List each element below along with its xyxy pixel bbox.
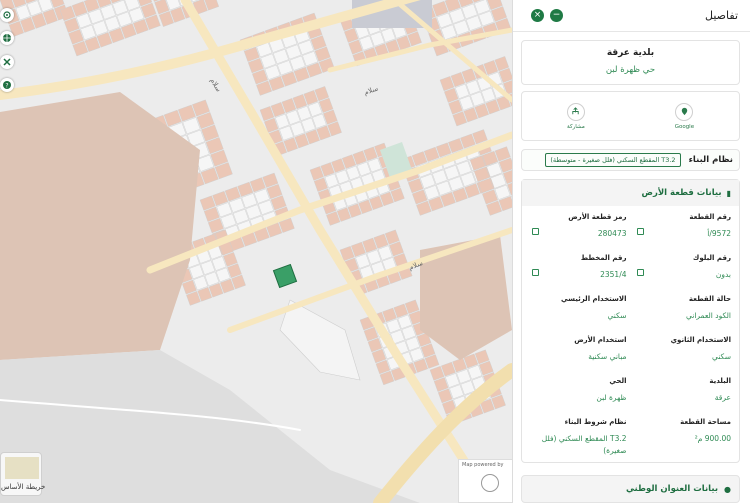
- basemap-thumbnail: [5, 457, 39, 479]
- help-icon[interactable]: ?: [0, 78, 14, 92]
- basemap-label: خريطة الأساس: [1, 483, 46, 491]
- tools-icon[interactable]: [0, 55, 14, 69]
- field-label: نظام شروط البناء: [564, 418, 627, 426]
- plot-field: حالة القطعة الكود العمراني: [635, 292, 731, 333]
- details-panel: تفاصيل − × بلدية عرقة حي ظهرة لبن Google…: [512, 0, 750, 503]
- field-label: استخدام الأرض: [574, 336, 627, 344]
- field-label: رقم البلوك: [692, 254, 731, 262]
- location-pin-icon: ●: [724, 484, 731, 494]
- map-icon: [675, 102, 694, 121]
- field-label: حالة القطعة: [688, 295, 731, 303]
- basemap-switcher[interactable]: خريطة الأساس: [0, 452, 46, 496]
- minimize-icon[interactable]: −: [550, 9, 563, 22]
- google-maps-button[interactable]: Google: [674, 102, 695, 130]
- large-lot: [0, 92, 200, 360]
- compass-icon: [481, 474, 499, 492]
- field-label: رقم المخطط: [580, 254, 627, 262]
- field-value: سكني: [607, 311, 627, 320]
- share-button[interactable]: مشاركة: [566, 102, 585, 130]
- field-label: الاستخدام الثانوي: [670, 336, 731, 344]
- national-address-section[interactable]: ● بيانات العنوان الوطني: [521, 475, 740, 503]
- plot-field: نظام شروط البناء T3.2 المقطع السكني (فلل…: [530, 415, 627, 456]
- field-value: بدون: [715, 270, 731, 279]
- plot-field: مساحة القطعة 900.00 م²: [635, 415, 731, 456]
- field-value: 900.00 م²: [694, 434, 731, 443]
- field-label: رقم القطعة: [689, 213, 731, 221]
- plot-data-grid: رقم القطعة 9572/أ رمز قطعة الأرض 280473 …: [522, 206, 739, 462]
- field-value: 2351/4: [600, 270, 627, 279]
- building-system-label: نظام البناء: [688, 155, 733, 165]
- field-value: الكود العمراني: [686, 311, 731, 320]
- field-value: سكني: [712, 352, 731, 361]
- plot-field: الاستخدام الرئيسي سكني: [530, 292, 627, 333]
- field-value: 9572/أ: [707, 229, 731, 238]
- building-system-badge[interactable]: T3.2 المقطع السكني (فلل صغيرة - متوسطة): [545, 153, 681, 167]
- svg-text:?: ?: [5, 83, 8, 90]
- share-icon: [566, 102, 585, 121]
- field-label: الاستخدام الرئيسي: [561, 295, 627, 303]
- plot-field: رقم القطعة 9572/أ: [635, 210, 731, 251]
- plot-data-section: ▮ بيانات قطعة الأرض رقم القطعة 9572/أ رم…: [521, 179, 740, 463]
- close-icon[interactable]: ×: [531, 9, 544, 22]
- minimap: Map powered by: [458, 459, 518, 503]
- location-card: بلدية عرقة حي ظهرة لبن: [521, 40, 740, 85]
- panel-header: تفاصيل − ×: [513, 0, 750, 32]
- plot-field: الحي ظهرة لبن: [530, 374, 627, 415]
- field-label: رمز قطعة الأرض: [568, 213, 627, 221]
- field-label: الحي: [609, 377, 627, 385]
- copy-icon[interactable]: [636, 228, 644, 235]
- plot-data-title: بيانات قطعة الأرض: [641, 188, 722, 198]
- field-value: 280473: [597, 229, 627, 238]
- plot-field: رمز قطعة الأرض 280473: [530, 210, 627, 251]
- copy-icon[interactable]: [636, 269, 644, 276]
- field-value: عرقة: [714, 393, 731, 402]
- chart-icon: ▮: [726, 188, 731, 198]
- building-system-row: نظام البناء T3.2 المقطع السكني (فلل صغير…: [521, 149, 740, 171]
- field-value: T3.2 المقطع السكني (فلل صغيرة): [541, 434, 627, 455]
- plot-field: البلدية عرقة: [635, 374, 731, 415]
- field-label: البلدية: [709, 377, 731, 385]
- municipality-name: بلدية عرقة: [606, 48, 655, 58]
- locate-icon[interactable]: [0, 8, 14, 22]
- plot-field: الاستخدام الثانوي سكني: [635, 333, 731, 374]
- copy-icon[interactable]: [532, 269, 539, 276]
- district-name: حي ظهرة لبن: [605, 65, 656, 75]
- plot-field: رقم البلوك بدون: [635, 251, 731, 292]
- plot-field: رقم المخطط 2351/4: [530, 251, 627, 292]
- copy-icon[interactable]: [532, 228, 539, 235]
- plot-data-header[interactable]: ▮ بيانات قطعة الأرض: [522, 180, 739, 206]
- minimap-credit: Map powered by: [462, 462, 504, 468]
- field-value: مباني سكنية: [588, 352, 627, 361]
- field-label: مساحة القطعة: [680, 418, 731, 426]
- plot-field: استخدام الأرض مباني سكنية: [530, 333, 627, 374]
- national-address-title: بيانات العنوان الوطني: [625, 484, 719, 494]
- panel-title: تفاصيل: [705, 9, 738, 22]
- globe-icon[interactable]: [0, 31, 14, 45]
- field-value: ظهرة لبن: [596, 393, 627, 402]
- actions-card: Google مشاركة: [521, 91, 740, 141]
- google-label: Google: [674, 123, 695, 130]
- share-label: مشاركة: [567, 123, 585, 130]
